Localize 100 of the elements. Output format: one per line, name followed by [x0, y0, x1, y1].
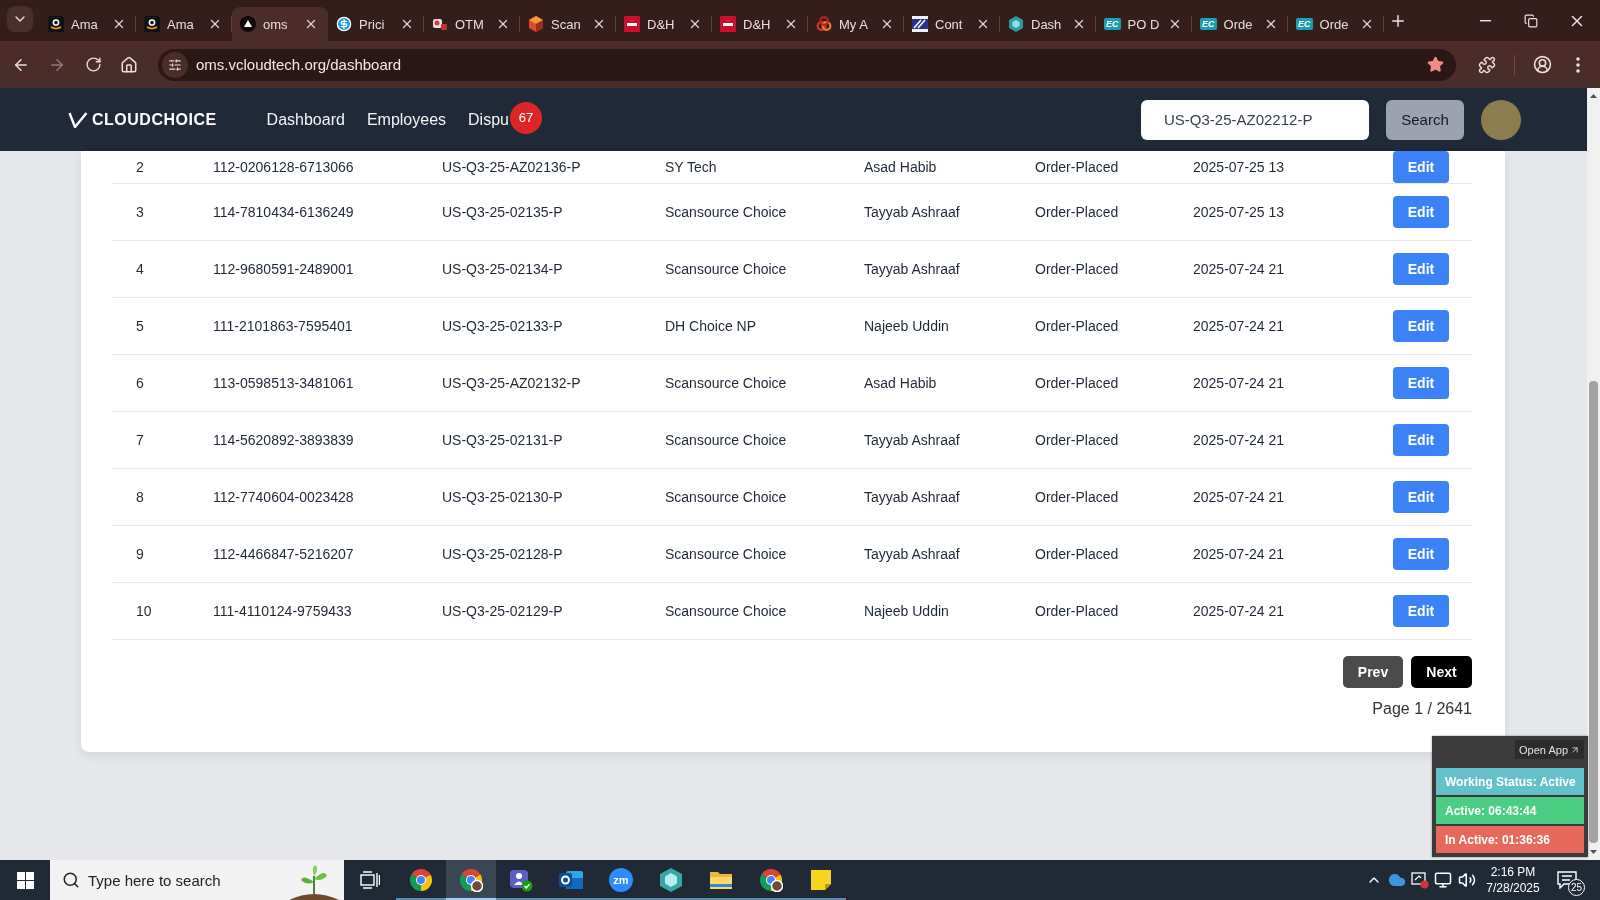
sliders-icon [168, 57, 182, 72]
table-cell: Order-Placed [1035, 204, 1119, 220]
table-cell: US-Q3-25-02131-P [442, 432, 563, 448]
status-row: Active: 06:43:44 [1436, 797, 1584, 824]
notification-button[interactable]: 25 [1547, 860, 1587, 900]
clock-time[interactable]: 2:16 PM [1490, 864, 1536, 880]
close-icon [112, 17, 126, 31]
restore-icon [1524, 13, 1538, 28]
table-cell: 5 [136, 318, 144, 334]
table-cell: 2025-07-25 13 [1193, 204, 1285, 220]
minimize-icon [1479, 19, 1491, 22]
table-cell: Scansource Choice [665, 432, 787, 448]
table-cell: DH Choice NP [665, 318, 757, 334]
edit-button[interactable]: Edit [1393, 424, 1449, 456]
table-cell: Order-Placed [1035, 432, 1119, 448]
mail-icon [559, 868, 583, 892]
browser-tab[interactable]: oms [232, 7, 328, 41]
browser-tab[interactable]: D&H [616, 7, 712, 41]
close-icon [1168, 17, 1182, 31]
browser-tab[interactable]: EC PO D [1096, 7, 1192, 41]
browser-tab[interactable]: EC Orde [1288, 7, 1384, 41]
browser-tab[interactable]: My A [808, 7, 904, 41]
browser-tab[interactable]: Cont [904, 7, 1000, 41]
close-icon [784, 17, 798, 31]
browser-profile-icon [759, 868, 783, 892]
sprout-icon [289, 864, 339, 900]
browser-tab[interactable]: Scan [520, 7, 616, 41]
edit-button[interactable]: Edit [1393, 151, 1449, 183]
nav-link[interactable]: Employees [366, 110, 447, 129]
search-input[interactable]: US-Q3-25-AZ02212-P [1141, 99, 1369, 140]
taskbar-app[interactable] [446, 860, 496, 900]
edit-button[interactable]: Edit [1393, 538, 1449, 570]
table-cell: Scansource Choice [665, 603, 787, 619]
open-app-button[interactable]: Open App [1515, 740, 1584, 759]
edit-button[interactable]: Edit [1393, 253, 1449, 285]
caret-up-icon[interactable] [1590, 94, 1597, 99]
close-icon [1360, 17, 1374, 31]
table-cell: SY Tech [665, 159, 717, 175]
table-cell: 7 [136, 432, 144, 448]
table-cell: Tayyab Ashraaf [864, 432, 960, 448]
note-icon [809, 868, 833, 892]
brand-logo[interactable]: CLOUDCHOICE [92, 110, 217, 129]
browser-tab[interactable]: OTM [424, 7, 520, 41]
nav-link[interactable]: Dispu [468, 110, 509, 129]
user-avatar[interactable] [1481, 99, 1521, 140]
table-cell: Order-Placed [1035, 375, 1119, 391]
browser-tab[interactable]: Dash [1000, 7, 1096, 41]
table-cell: 113-0598513-3481061 [213, 375, 354, 391]
edit-button[interactable]: Edit [1393, 595, 1449, 627]
notification-count: 25 [1567, 879, 1585, 896]
site-info-button[interactable] [162, 51, 188, 78]
table-cell: Order-Placed [1035, 603, 1119, 619]
scrollbar-thumb[interactable] [1589, 381, 1598, 844]
table-cell: Tayyab Ashraaf [864, 204, 960, 220]
search-field[interactable]: Type here to search [50, 860, 344, 900]
square-logo-icon [720, 16, 736, 32]
rings-icon [816, 16, 832, 32]
table-cell: Scansource Choice [665, 375, 787, 391]
browser-tab[interactable]: Ama [136, 7, 232, 41]
table-cell: Asad Habib [864, 375, 937, 391]
edit-button[interactable]: Edit [1393, 367, 1449, 399]
table-cell: 114-5620892-3893839 [213, 432, 354, 448]
browser-tab[interactable]: D&H [712, 7, 808, 41]
volume-icon [1458, 871, 1476, 889]
status-row: Working Status: Active [1436, 768, 1584, 795]
favicon-logo: EC [1200, 18, 1217, 30]
browser-tab[interactable]: Ama [40, 7, 136, 41]
edit-button[interactable]: Edit [1393, 481, 1449, 513]
edit-button[interactable]: Edit [1393, 310, 1449, 342]
browser-tab[interactable]: EC Orde [1192, 7, 1288, 41]
bookmark-star-icon[interactable] [1427, 56, 1444, 73]
table-cell: 10 [136, 603, 152, 619]
caret-down-icon[interactable] [1590, 849, 1597, 854]
table-cell: 2025-07-24 21 [1193, 432, 1285, 448]
hexagon-icon [1008, 16, 1024, 32]
table-cell: 2 [136, 159, 144, 175]
table-cell: Najeeb Uddin [864, 318, 949, 334]
scrollbar-track[interactable] [1587, 88, 1600, 860]
prev-button[interactable]: Prev [1343, 656, 1403, 688]
table-cell: Asad Habib [864, 159, 937, 175]
search-button[interactable]: Search [1386, 99, 1464, 140]
address-bar[interactable]: oms.vcloudtech.org/dashboard [158, 48, 1456, 81]
tab-search-button[interactable] [7, 5, 33, 32]
table-cell: 111-4110124-9759433 [213, 603, 352, 619]
close-icon [688, 17, 702, 31]
next-button[interactable]: Next [1411, 656, 1472, 688]
table-cell: US-Q3-25-02135-P [442, 204, 563, 220]
table-cell: US-Q3-25-02128-P [442, 546, 563, 562]
clock-date[interactable]: 7/28/2025 [1486, 880, 1540, 896]
table-cell: Tayyab Ashraaf [864, 489, 960, 505]
edit-button[interactable]: Edit [1393, 196, 1449, 228]
table-cell: US-Q3-25-02129-P [442, 603, 563, 619]
table-cell: 2025-07-24 21 [1193, 375, 1285, 391]
page-indicator: Page 1 / 2641 [1372, 699, 1472, 718]
nav-link[interactable]: Dashboard [266, 110, 345, 129]
table-cell: 6 [136, 375, 144, 391]
browser-tab[interactable]: Prici [328, 7, 424, 41]
table-cell: Order-Placed [1035, 546, 1119, 562]
table-cell: 114-7810434-6136249 [213, 204, 354, 220]
home-icon [120, 55, 138, 74]
